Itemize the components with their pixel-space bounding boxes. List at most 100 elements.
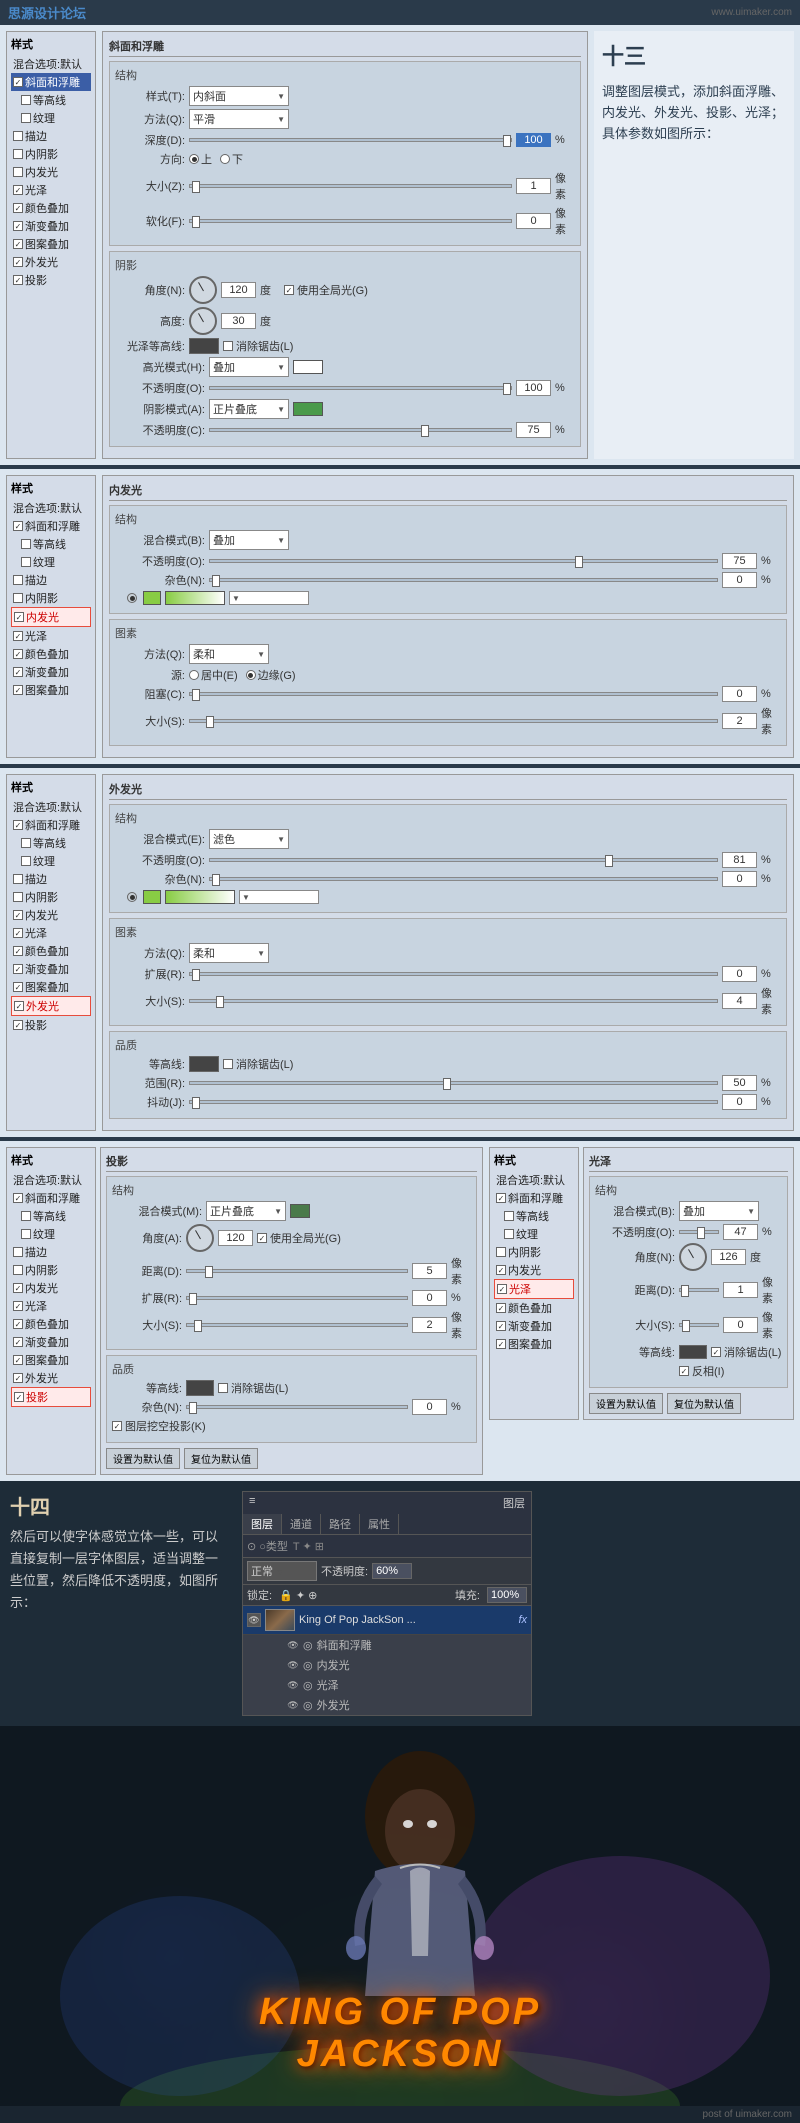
ds-set-default-btn[interactable]: 设置为默认值 — [106, 1448, 180, 1469]
ds-reset-default-btn[interactable]: 复位为默认值 — [184, 1448, 258, 1469]
jackson-fx-btn[interactable]: fx — [518, 1614, 527, 1626]
tab-paths[interactable]: 路径 — [321, 1514, 360, 1534]
inner-shadow-checkbox[interactable] — [13, 149, 23, 159]
ds-blend-dropdown[interactable]: 正片叠底 ▼ — [206, 1201, 286, 1221]
ig-gradient-dropdown[interactable]: ▼ — [229, 591, 309, 605]
satin-distance-slider[interactable] — [679, 1288, 719, 1292]
og-contour-preview[interactable] — [189, 1056, 219, 1072]
og-method-dropdown[interactable]: 柔和 ▼ — [189, 943, 269, 963]
highlight-opacity-thumb[interactable] — [503, 383, 511, 395]
size-value[interactable]: 1 — [516, 178, 551, 194]
pattern-overlay-row[interactable]: 图案叠加 — [11, 235, 91, 253]
effect-outerglow-eye[interactable]: 👁 — [287, 1699, 299, 1711]
ig-source-edge[interactable]: 边缘(G) — [246, 667, 296, 683]
fill-value[interactable]: 100% — [487, 1587, 527, 1603]
ds-distance-slider[interactable] — [186, 1269, 408, 1273]
satin-checkbox[interactable] — [13, 185, 23, 195]
highlight-color-swatch[interactable] — [293, 360, 323, 374]
og-range-slider[interactable] — [189, 1081, 718, 1085]
pattern-overlay-checkbox[interactable] — [13, 239, 23, 249]
direction-down[interactable]: 下 — [220, 151, 243, 167]
drop-shadow-row[interactable]: 投影 — [11, 271, 91, 289]
inner-shadow-row[interactable]: 内阴影 — [11, 145, 91, 163]
ds-spread-slider[interactable] — [186, 1296, 408, 1300]
outer-glow-checkbox[interactable] — [13, 257, 23, 267]
stroke-row[interactable]: 描边 — [11, 127, 91, 145]
satin-invert-checkbox[interactable]: 反相(I) — [679, 1363, 724, 1379]
ig-color-swatch-green[interactable] — [143, 591, 161, 605]
satin-size-slider[interactable] — [679, 1323, 719, 1327]
antialiased-checkbox-group[interactable]: 消除锯齿(L) — [223, 338, 293, 354]
texture-row-2[interactable]: 纹理 — [11, 553, 91, 571]
highlight-mode-dropdown[interactable]: 叠加 ▼ — [209, 357, 289, 377]
size-slider-thumb[interactable] — [192, 181, 200, 193]
effect-innerglow-eye[interactable]: 👁 — [287, 1659, 299, 1671]
satin-contour-preview[interactable] — [679, 1345, 707, 1359]
soften-value[interactable]: 0 — [516, 213, 551, 229]
og-gradient-dropdown[interactable]: ▼ — [239, 890, 319, 904]
ig-choke-thumb[interactable] — [192, 689, 200, 701]
contour-cb-2[interactable] — [21, 539, 31, 549]
tab-channels[interactable]: 通道 — [282, 1514, 321, 1534]
ds-size-slider[interactable] — [186, 1323, 408, 1327]
satin-cb-2[interactable] — [13, 631, 23, 641]
shadow-opacity-slider[interactable] — [209, 428, 512, 432]
antialiased-checkbox[interactable] — [223, 341, 233, 351]
highlight-opacity-value[interactable]: 100 — [516, 380, 551, 396]
pattern-overlay-row-2[interactable]: 图案叠加 — [11, 681, 91, 699]
ig-choke-slider[interactable] — [189, 692, 718, 696]
ig-blend-dropdown[interactable]: 叠加 ▼ — [209, 530, 289, 550]
ig-method-dropdown[interactable]: 柔和 ▼ — [189, 644, 269, 664]
bevel-row-3[interactable]: 斜面和浮雕 — [11, 816, 91, 834]
bevel-cb-2[interactable] — [13, 521, 23, 531]
color-overlay-cb-2[interactable] — [13, 649, 23, 659]
contour-row[interactable]: 等高线 — [11, 91, 91, 109]
altitude-value[interactable]: 30 — [221, 313, 256, 329]
satin-set-default-btn[interactable]: 设置为默认值 — [589, 1393, 663, 1414]
ig-size-slider[interactable] — [189, 719, 718, 723]
texture-cb-2[interactable] — [21, 557, 31, 567]
ds-color-swatch[interactable] — [290, 1204, 310, 1218]
og-antialiased-group[interactable]: 消除锯齿(L) — [223, 1056, 293, 1072]
angle-dial[interactable] — [189, 276, 217, 304]
jackson-layer-item[interactable]: 👁 King Of Pop JackSon ... fx — [243, 1606, 531, 1635]
shadow-opacity-thumb[interactable] — [421, 425, 429, 437]
inner-glow-row[interactable]: 内发光 — [11, 163, 91, 181]
ig-source-center[interactable]: 居中(E) — [189, 667, 238, 683]
og-solid-radio[interactable] — [127, 892, 137, 902]
texture-checkbox[interactable] — [21, 113, 31, 123]
og-blend-dropdown[interactable]: 滤色 ▼ — [209, 829, 289, 849]
ig-noise-thumb[interactable] — [212, 575, 220, 587]
depth-value[interactable]: 100 — [516, 133, 551, 147]
ds-knocks-checkbox[interactable]: 图层挖空投影(K) — [112, 1418, 206, 1434]
og-opacity-slider[interactable] — [209, 858, 718, 862]
blend-options-row[interactable]: 混合选项:默认 — [11, 55, 91, 73]
ds-angle-dial[interactable] — [186, 1224, 214, 1252]
satin-blend-dropdown[interactable]: 叠加 ▼ — [679, 1201, 759, 1221]
direction-down-radio[interactable] — [220, 154, 230, 164]
color-overlay-row[interactable]: 颜色叠加 — [11, 199, 91, 217]
color-overlay-checkbox[interactable] — [13, 203, 23, 213]
shadow-opacity-value[interactable]: 75 — [516, 422, 551, 438]
stroke-cb-2[interactable] — [13, 575, 23, 585]
tab-properties[interactable]: 属性 — [360, 1514, 399, 1534]
ig-center-radio[interactable] — [189, 670, 199, 680]
global-light-checkbox-group[interactable]: 使用全局光(G) — [284, 282, 368, 298]
soften-slider-thumb[interactable] — [192, 216, 200, 228]
bevel-relief-row[interactable]: 斜面和浮雕 — [11, 73, 91, 91]
global-light-checkbox[interactable] — [284, 285, 294, 295]
satin-highlighted-row[interactable]: 光泽 — [494, 1279, 574, 1299]
texture-row[interactable]: 纹理 — [11, 109, 91, 127]
inner-glow-cb-2[interactable] — [14, 612, 24, 622]
depth-slider-thumb[interactable] — [503, 135, 511, 147]
bevel-checkbox[interactable] — [13, 77, 23, 87]
ds-contour-preview[interactable] — [186, 1380, 214, 1396]
jackson-layer-eye[interactable]: 👁 — [247, 1613, 261, 1627]
depth-slider[interactable] — [189, 138, 512, 142]
pattern-overlay-cb-2[interactable] — [13, 685, 23, 695]
effect-satin-eye[interactable]: 👁 — [287, 1679, 299, 1691]
direction-up[interactable]: 上 — [189, 151, 212, 167]
blend-options-row-2[interactable]: 混合选项:默认 — [11, 499, 91, 517]
gradient-overlay-checkbox[interactable] — [13, 221, 23, 231]
contour-checkbox[interactable] — [21, 95, 31, 105]
